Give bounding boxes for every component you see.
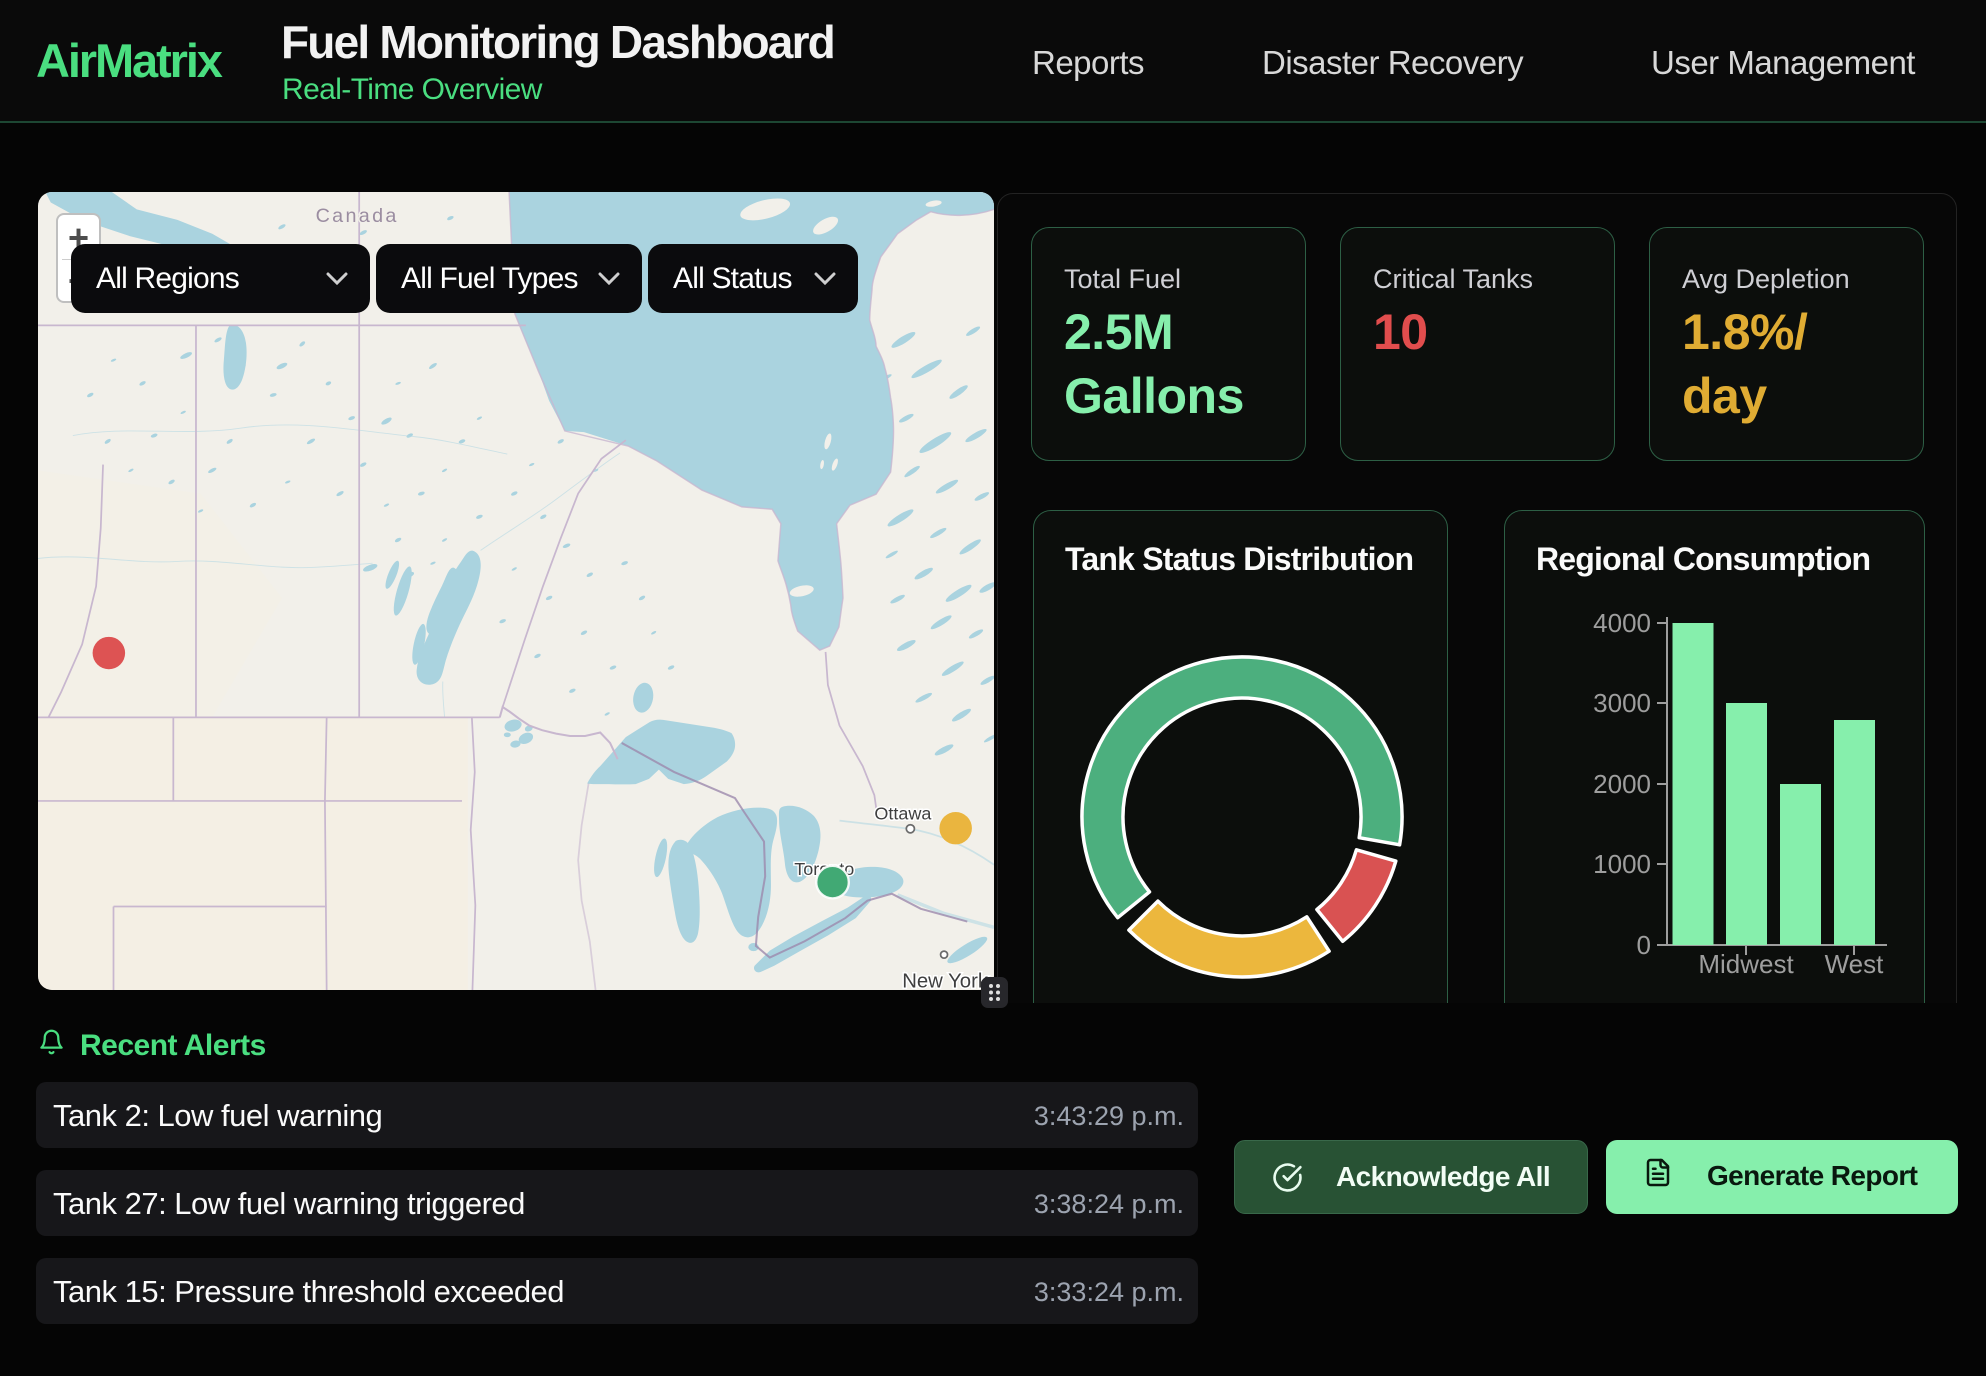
svg-text:1000: 1000 [1593,849,1651,879]
svg-text:New York: New York [902,971,989,990]
svg-text:0: 0 [1637,930,1651,960]
svg-text:Canada: Canada [316,205,399,227]
svg-text:Ottawa: Ottawa [874,804,931,824]
svg-text:2000: 2000 [1593,769,1651,799]
svg-text:4000: 4000 [1593,608,1651,638]
svg-text:West: West [1825,949,1885,979]
svg-text:Midwest: Midwest [1698,949,1794,979]
svg-text:3000: 3000 [1593,688,1651,718]
